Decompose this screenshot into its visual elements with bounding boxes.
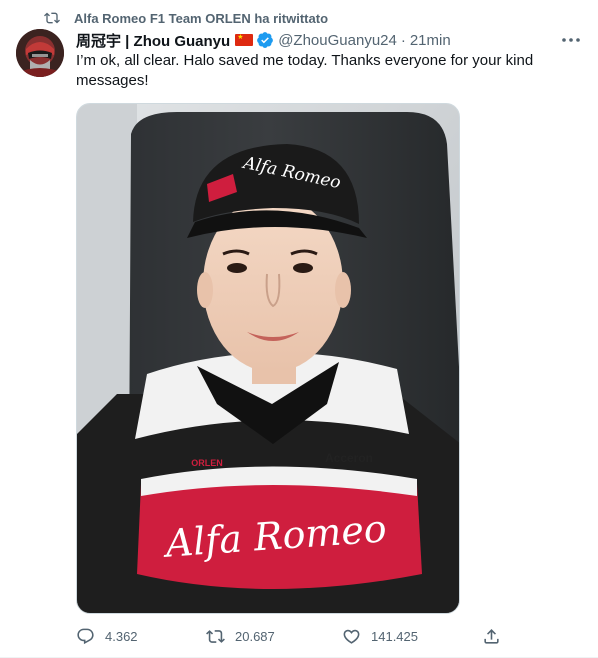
sponsor-text-2: Acceron <box>325 451 373 465</box>
tweet[interactable]: Alfa Romeo F1 Team ORLEN ha ritwittato 周… <box>0 0 598 658</box>
tweet-photo[interactable]: Alfa Romeo ORLEN Acceron Alfa Romeo <box>76 103 460 614</box>
heart-icon <box>343 629 360 644</box>
separator-dot: · <box>400 31 406 49</box>
reply-icon <box>77 628 94 644</box>
timestamp[interactable]: 21min <box>410 32 451 49</box>
reply-button[interactable]: 4.362 <box>76 624 138 648</box>
tweet-actions: 4.362 20.687 141.425 <box>76 624 506 648</box>
retweet-count: 20.687 <box>235 628 275 644</box>
display-name[interactable]: 周冠宇 | Zhou Guanyu <box>76 30 230 51</box>
retweet-icon <box>206 629 225 643</box>
tweet-text: I’m ok, all clear. Halo saved me today. … <box>76 52 534 89</box>
photo-image: Alfa Romeo ORLEN Acceron Alfa Romeo <box>77 104 459 613</box>
like-count: 141.425 <box>371 628 418 644</box>
tweet-header: 周冠宇 | Zhou Guanyu @ZhouGuanyu24 · 21min <box>76 30 451 50</box>
like-button[interactable]: 141.425 <box>342 624 418 648</box>
handle[interactable]: @ZhouGuanyu24 <box>278 32 397 49</box>
verified-badge-icon <box>257 32 274 48</box>
retweet-label[interactable]: Alfa Romeo F1 Team ORLEN ha ritwittato <box>74 11 328 26</box>
avatar[interactable] <box>16 29 64 77</box>
avatar-image <box>16 29 64 77</box>
sponsor-text-1: ORLEN <box>191 458 223 468</box>
more-options-button[interactable] <box>560 32 582 48</box>
share-icon <box>484 628 499 644</box>
retweet-icon <box>44 12 60 24</box>
retweet-context: Alfa Romeo F1 Team ORLEN ha ritwittato <box>44 8 328 28</box>
retweet-button[interactable]: 20.687 <box>206 624 275 648</box>
reply-count: 4.362 <box>105 628 138 644</box>
more-dots-icon <box>562 38 580 42</box>
share-button[interactable] <box>482 624 501 648</box>
china-flag-icon <box>235 33 254 46</box>
